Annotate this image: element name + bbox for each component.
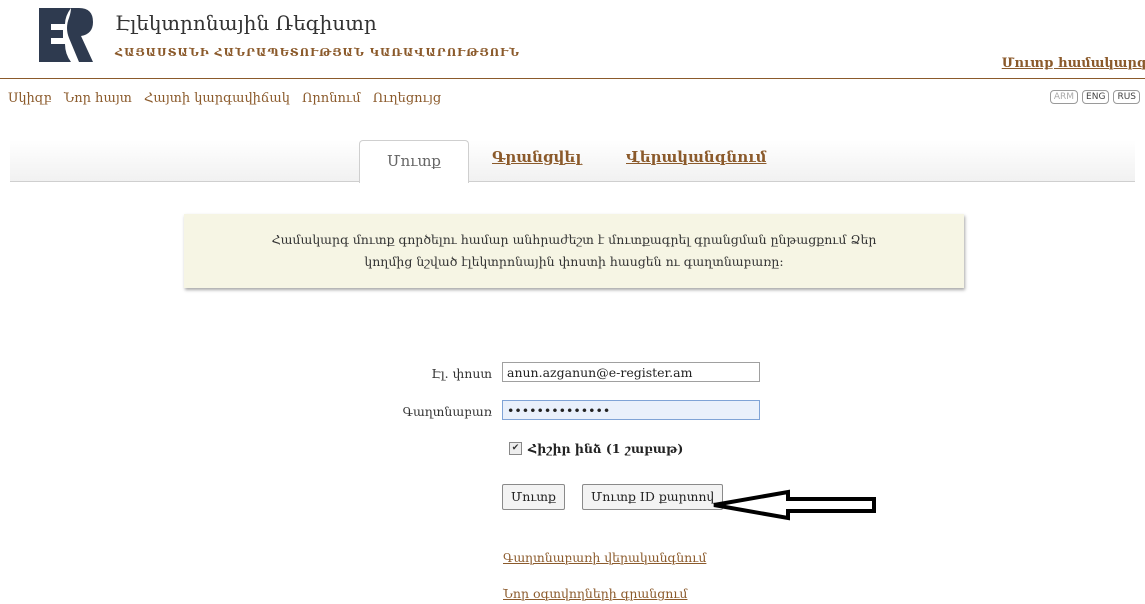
email-input[interactable] — [502, 362, 760, 382]
er-logo — [39, 8, 93, 62]
lang-rus-button[interactable]: RUS — [1113, 90, 1140, 104]
notice-text: Համակարգ մուտք գործելու համար անհրաժեշտ … — [271, 232, 877, 269]
lang-arm-button[interactable]: ARM — [1049, 90, 1079, 104]
tab-register[interactable]: Գրանցվել — [492, 148, 581, 166]
remember-me: ✔ Հիշիր ինձ (1 շաբաթ) — [509, 441, 683, 456]
header-divider — [0, 78, 1145, 79]
nav-item-search[interactable]: Որոնում — [302, 91, 361, 106]
info-notice: Համակարգ մուտք գործելու համար անհրաժեշտ … — [184, 214, 964, 288]
remember-me-checkbox[interactable]: ✔ — [509, 442, 522, 455]
login-system-link[interactable]: Մուտք համակարգ — [1002, 56, 1145, 71]
language-switcher: ARM ENG RUS — [1049, 90, 1140, 104]
email-label: Էլ. փոստ — [431, 366, 492, 381]
tab-recover[interactable]: Վերականգնում — [626, 148, 766, 166]
tab-login[interactable]: Մուտք — [359, 140, 469, 183]
password-recovery-link[interactable]: Գաղտնաբառի վերականգնում — [503, 550, 706, 565]
lang-eng-button[interactable]: ENG — [1082, 90, 1110, 104]
nav-item-guide[interactable]: Ուղեցույց — [373, 91, 442, 106]
password-label: Գաղտնաբառ — [402, 404, 492, 419]
pointer-arrow-icon — [713, 489, 876, 521]
nav-item-home[interactable]: Սկիզբ — [8, 91, 52, 106]
site-title: Էլեկտրոնային Ռեգիստր — [115, 11, 377, 35]
id-card-login-button[interactable]: Մուտք ID քարտով — [582, 484, 724, 510]
nav-item-new-application[interactable]: Նոր հայտ — [64, 91, 132, 106]
login-button[interactable]: Մուտք — [502, 484, 565, 510]
site-subtitle: ՀԱՅԱՍՏԱՆԻ ՀԱՆՐԱՊԵՏՈՒԹՅԱՆ ԿԱՌԱՎԱՐՈՒԹՅՈՒՆ — [115, 46, 521, 59]
password-input[interactable] — [502, 400, 760, 420]
remember-me-label: Հիշիր ինձ (1 շաբաթ) — [528, 441, 684, 456]
main-nav: Սկիզբ Նոր հայտ Հայտի կարգավիճակ Որոնում … — [8, 91, 449, 106]
new-user-registration-link[interactable]: Նոր օգտվողների գրանցում — [503, 586, 687, 601]
nav-item-application-status[interactable]: Հայտի կարգավիճակ — [144, 91, 290, 106]
